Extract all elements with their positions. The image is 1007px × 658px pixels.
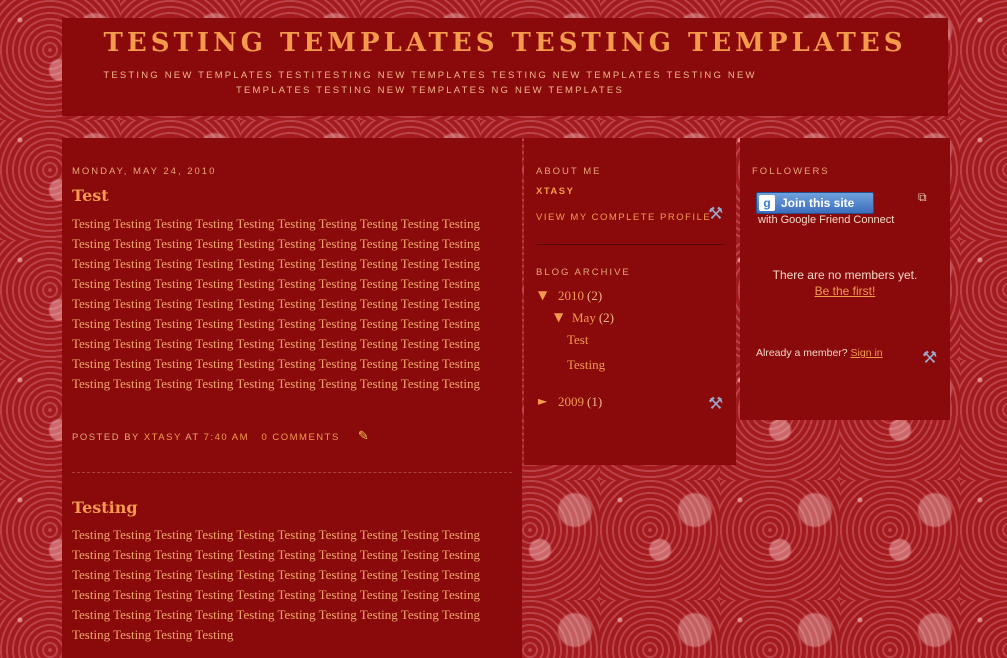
archive-year-count: (2) xyxy=(587,288,603,303)
posted-by-label: POSTED BY xyxy=(72,432,140,443)
archive-year-label[interactable]: 2010 xyxy=(558,288,584,303)
already-member-label: Already a member? xyxy=(756,347,848,359)
expand-toggle-icon[interactable]: ▼ xyxy=(538,288,547,302)
already-member-row: Already a member? Sign in xyxy=(756,347,883,359)
archive-post-link[interactable]: Test xyxy=(567,332,588,348)
no-members-text: There are no members yet. xyxy=(772,268,918,282)
post-title[interactable]: Test xyxy=(72,186,109,205)
post-time-link[interactable]: 7:40 AM xyxy=(204,432,249,443)
archive-year-link[interactable]: 2009 (1) xyxy=(558,394,602,410)
google-g-icon: g xyxy=(759,195,775,211)
archive-month-label[interactable]: May xyxy=(572,310,596,325)
sidebar: ABOUT ME XTASY VIEW MY COMPLETE PROFILE … xyxy=(524,138,736,465)
about-name-link[interactable]: XTASY xyxy=(536,186,574,197)
followers-panel: FOLLOWERS ⧉ g Join this site with Google… xyxy=(740,138,950,420)
post-divider xyxy=(72,472,512,473)
followers-heading: FOLLOWERS xyxy=(752,166,830,177)
blog-title[interactable]: TESTING TEMPLATES TESTING TEMPLATES xyxy=(62,28,948,58)
post-footer: POSTED BY XTASY AT 7:40 AM 0 COMMENTS ✎ xyxy=(72,428,370,444)
popout-icon[interactable]: ⧉ xyxy=(918,190,927,205)
tools-icon[interactable]: ⚒ xyxy=(708,204,723,224)
gfc-sub-label: with Google Friend Connect xyxy=(758,214,895,226)
join-site-button[interactable]: g Join this site xyxy=(756,192,874,214)
blog-header: TESTING TEMPLATES TESTING TEMPLATES TEST… xyxy=(62,18,948,116)
expand-toggle-icon[interactable]: ▼ xyxy=(554,310,563,324)
post-body: Testing Testing Testing Testing Testing … xyxy=(72,527,480,642)
blog-description: TESTING NEW TEMPLATES TESTITESTING NEW T… xyxy=(103,70,757,96)
collapse-toggle-icon[interactable]: ► xyxy=(538,394,547,408)
view-profile-link[interactable]: VIEW MY COMPLETE PROFILE xyxy=(536,212,711,223)
archive-year-count: (1) xyxy=(587,394,603,409)
post-title[interactable]: Testing xyxy=(72,498,138,517)
post-body: Testing Testing Testing Testing Testing … xyxy=(72,216,480,391)
archive-year-link[interactable]: 2010 (2) xyxy=(558,288,602,304)
archive-post-link[interactable]: Testing xyxy=(567,357,605,373)
post-author-link[interactable]: XTASY xyxy=(144,432,182,443)
tools-icon[interactable]: ⚒ xyxy=(708,394,723,414)
tools-icon[interactable]: ⚒ xyxy=(922,348,937,368)
section-separator xyxy=(536,244,724,245)
edit-pencil-icon[interactable]: ✎ xyxy=(358,428,370,444)
comments-link[interactable]: 0 COMMENTS xyxy=(261,432,339,443)
post-date: MONDAY, MAY 24, 2010 xyxy=(72,166,217,177)
archive-heading: BLOG ARCHIVE xyxy=(536,267,631,278)
at-label: AT xyxy=(185,432,200,443)
main-column: MONDAY, MAY 24, 2010 Test Testing Testin… xyxy=(62,138,522,658)
archive-year-label[interactable]: 2009 xyxy=(558,394,584,409)
about-heading: ABOUT ME xyxy=(536,166,602,177)
archive-month-count: (2) xyxy=(598,310,615,325)
join-site-label: Join this site xyxy=(781,196,855,210)
archive-month-link[interactable]: May (2) xyxy=(572,310,614,326)
be-first-link[interactable]: Be the first! xyxy=(740,284,950,298)
sign-in-link[interactable]: Sign in xyxy=(851,347,883,359)
